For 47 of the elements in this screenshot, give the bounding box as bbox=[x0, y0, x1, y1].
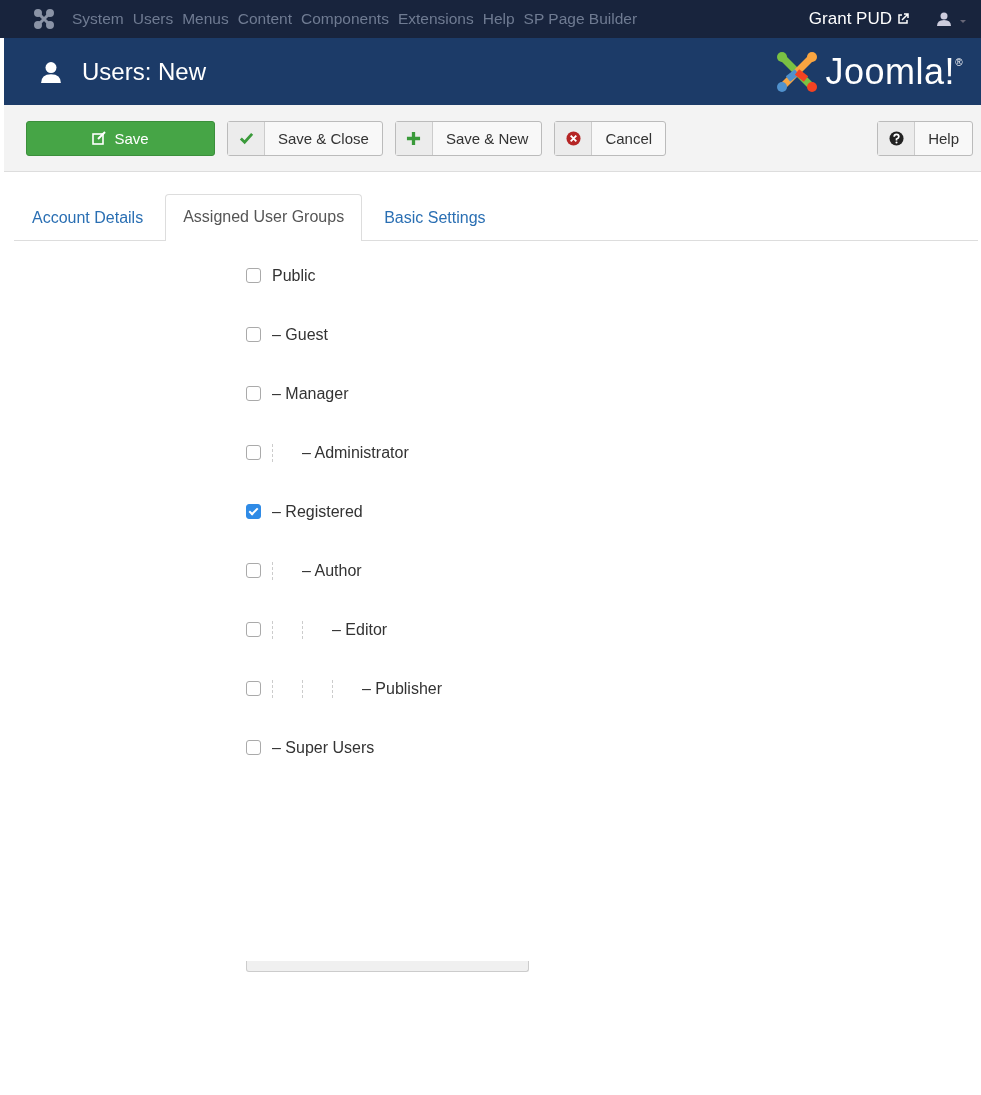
group-label: – Publisher bbox=[362, 679, 443, 698]
nav-menu-item[interactable]: Components bbox=[301, 10, 389, 28]
help-button[interactable]: Help bbox=[877, 120, 973, 156]
tab[interactable]: Assigned User Groups bbox=[165, 194, 363, 241]
cancel-icon bbox=[565, 130, 581, 146]
checkbox[interactable] bbox=[246, 504, 261, 519]
site-link[interactable]: Grant PUD bbox=[808, 9, 892, 29]
dropdown-field[interactable] bbox=[246, 961, 529, 972]
group-label: Public bbox=[272, 266, 316, 285]
checkbox[interactable] bbox=[246, 386, 261, 401]
checkbox[interactable] bbox=[246, 268, 261, 283]
edit-icon bbox=[92, 131, 107, 145]
checkbox[interactable] bbox=[246, 327, 261, 342]
save-button[interactable]: Save bbox=[26, 120, 215, 156]
group-label: – Guest bbox=[272, 325, 329, 344]
user-icon bbox=[40, 60, 62, 83]
external-link-icon bbox=[897, 13, 909, 25]
group-label: – Author bbox=[302, 561, 362, 580]
logo-wordmark: Joomla!$^{®}$ bbox=[825, 50, 963, 93]
save-new-button[interactable]: Save & New bbox=[394, 120, 543, 156]
plus-icon bbox=[406, 130, 422, 146]
group-label: – Registered bbox=[272, 502, 363, 521]
tab[interactable]: Account Details bbox=[14, 195, 162, 241]
nav-menu-item[interactable]: Users bbox=[132, 10, 174, 28]
cancel-button[interactable]: Cancel bbox=[554, 120, 667, 156]
group-label: – Manager bbox=[272, 384, 349, 403]
knot-logo-icon[interactable] bbox=[34, 9, 54, 29]
nav-menu-item[interactable]: Help bbox=[482, 10, 515, 28]
checkbox[interactable] bbox=[246, 622, 261, 637]
nav-menu-item[interactable]: System bbox=[72, 10, 124, 28]
group-label: – Administrator bbox=[302, 443, 409, 462]
checkbox[interactable] bbox=[246, 563, 261, 578]
nav-menu-item[interactable]: Menus bbox=[182, 10, 229, 28]
save-close-button[interactable]: Save & Close bbox=[227, 120, 383, 156]
group-label: – Super Users bbox=[272, 738, 375, 757]
nav-menu-item[interactable]: Extensions bbox=[397, 10, 474, 28]
user-menu-icon[interactable] bbox=[937, 12, 967, 26]
checkbox[interactable] bbox=[246, 681, 261, 696]
check-icon bbox=[238, 130, 254, 146]
checkbox[interactable] bbox=[246, 740, 261, 755]
tab[interactable]: Basic Settings bbox=[366, 195, 504, 241]
checkbox[interactable] bbox=[246, 445, 261, 460]
nav-menu-item[interactable]: SP Page Builder bbox=[523, 10, 638, 28]
group-label: – Editor bbox=[332, 620, 388, 639]
nav-menu-item[interactable]: Content bbox=[237, 10, 292, 28]
page-title: Users: New bbox=[82, 57, 207, 86]
help-icon bbox=[888, 130, 904, 146]
